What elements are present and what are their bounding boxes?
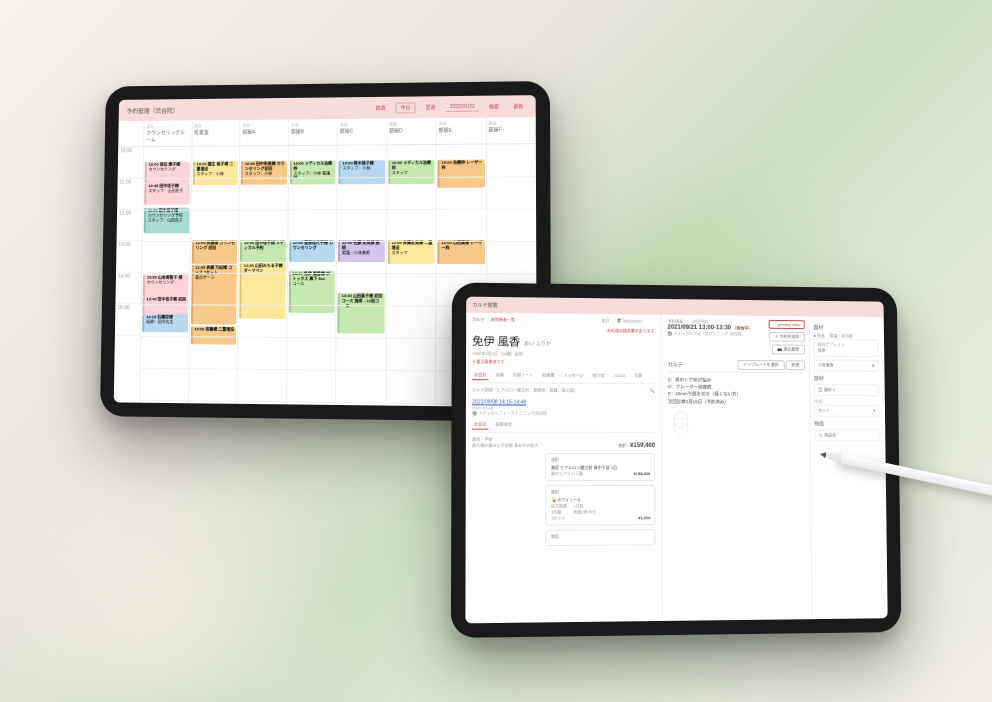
- soap-note[interactable]: S：鼻のトゲ状が悩み O：クレーター状瘢痕 P：25mm下部を切る（痛くない方）…: [668, 376, 806, 405]
- clinic-name: 🏥 メディカルフォースクリニック渋谷院: [472, 410, 655, 417]
- calendar-event[interactable]: 12:00 斉藤友美様 二重埋没スタッフ: [387, 240, 434, 264]
- lane-3[interactable]: 10:00 メディカル治療枠スタッフ：小林 看護師 12:00 菅原佳代子様 カウ…: [285, 146, 336, 408]
- new-button[interactable]: 新規: [786, 360, 806, 370]
- add-appt-button[interactable]: ＋ 予約を追加: [769, 332, 805, 342]
- subtab-yakumu[interactable]: 役務消化: [494, 421, 514, 430]
- tab-okaikei[interactable]: お会計: [472, 371, 488, 380]
- calendar-event[interactable]: 10:00 メディカル治療枠スタッフ：小林 看護師: [289, 161, 335, 185]
- service-card[interactable]: 施術 美容 ヒアルロン酸注射 鼻中下部 1回 鼻中ヒアルロン酸¥158,400: [546, 453, 655, 481]
- calendar-event[interactable]: 14:15 石橋花様医師：田中先生: [142, 314, 188, 332]
- calendar-event[interactable]: 12:00 斉藤様 カウンセリング 初回: [191, 240, 237, 264]
- template-select[interactable]: テンプレートを選択: [737, 360, 784, 370]
- lane-5[interactable]: 10:00 メディカル治療枠スタッフ 12:00 斉藤友美様 二重埋没スタッフ: [385, 145, 436, 407]
- tab-consent[interactable]: 同意書: [540, 372, 556, 381]
- breadcrumb[interactable]: カルテ来院患者一覧 本日 📅 2022/01/22: [472, 317, 654, 325]
- calendar-event[interactable]: 13:30 山田真子様 初回コース 施術→10回コース: [337, 293, 384, 333]
- next-appt-clinic: 🏥 メディカルフォースクリニック 渋谷院: [668, 331, 753, 338]
- karte-tabs: お会計 診療 記録ノート 同意書 メッセージ 紹介状 TODO 写真: [472, 371, 655, 384]
- tab-referral[interactable]: 紹介状: [591, 372, 607, 381]
- karte-note: カルテ詳細（ヒアルロン酸注射／鼻根部／鼻翼／鼻尖部） 🔍: [472, 387, 655, 394]
- tablet-karte: カルテ閲覧 カルテ来院患者一覧 本日 📅 2022/01/22 未処理の請求書が…: [451, 282, 902, 638]
- karte-sidebar: 器材 ● 患者 看護・担当者 器材オプション 洗浄 ※洗浄済⊕ 部材 📋 器材 …: [809, 320, 882, 615]
- calendar-event[interactable]: 10:00 治療枠 レーザー枠: [437, 160, 484, 188]
- side-set[interactable]: セット ▾: [814, 405, 879, 417]
- col-6: 渋谷部屋E: [436, 118, 486, 144]
- tab-todo[interactable]: TODO: [612, 372, 628, 381]
- side-sterilize[interactable]: ※洗浄済⊕: [814, 360, 879, 372]
- col-3: 渋谷部屋B: [288, 119, 337, 145]
- side-product[interactable]: 🛒 商品名: [815, 429, 880, 441]
- karte-right-pane: 予約情報 次回予約 2021/09/21 13:00-13:30 （待合中） 🏥…: [661, 315, 887, 621]
- subtab-okaikei[interactable]: お会計: [472, 421, 488, 430]
- calendar-event[interactable]: 10:00 保住 康子様カウンセリング: [145, 162, 190, 184]
- calendar-event[interactable]: 10:00 田中朱美様 カウンセリング初回スタッフ：小林: [241, 161, 287, 185]
- calendar-date[interactable]: 2022/01/22: [446, 102, 479, 111]
- calendar-event[interactable]: 12:00 田中佳子様 メディカル予約: [240, 240, 286, 262]
- tab-message[interactable]: メッセージ: [562, 372, 586, 381]
- karte-left-pane: カルテ来院患者一覧 本日 📅 2022/01/22 未処理の請求書があります 免…: [465, 313, 663, 624]
- calendar-title: 予約管理（渋谷院）: [126, 106, 178, 115]
- calendar-event[interactable]: 13:00 山本美智子 様カウンセリング: [143, 275, 189, 297]
- history-button[interactable]: 📷 過去履歴: [772, 344, 805, 354]
- lane-4[interactable]: 10:00 鈴木裕子様スタッフ：小林 12:00 佐藤 友美様 施術看護・小林美術…: [335, 145, 386, 407]
- side-option[interactable]: 器材オプション 洗浄: [814, 339, 879, 357]
- col-2: 渋谷部屋A: [239, 120, 288, 146]
- calendar-columns: 渋谷カウンセリングルーム 渋谷処置室 渋谷部屋A 渋谷部屋B 渋谷部屋C 渋谷部…: [118, 117, 536, 147]
- calendar-event[interactable]: 13:00 免伊 風香様 ボトックス 鼻下 5ccコース: [288, 271, 335, 313]
- total-amount: 合計：¥159,400: [618, 443, 655, 449]
- calendar-event[interactable]: 12:00 佐藤 友美様 施術看護・小林美術: [338, 240, 385, 262]
- calendar-event[interactable]: 12:30 山田みちる子様 ダーマペン: [239, 263, 285, 319]
- patient-warning: ※要注意患者です: [472, 359, 655, 366]
- search-icon[interactable]: 🔍: [650, 388, 655, 393]
- karte-section-h: カルテ: [668, 361, 683, 368]
- face-diagram-icon[interactable]: [668, 409, 694, 439]
- calendar-event[interactable]: 12:00 菅原佳代子様 カウンセリング: [289, 240, 335, 262]
- calendar-event[interactable]: 12:00 山田真様 レーザー枠: [437, 240, 484, 264]
- search-icon[interactable]: 検索: [485, 102, 503, 111]
- col-1: 渋谷処置室: [191, 120, 239, 146]
- calendar-event[interactable]: 10:00 メディカル治療枠スタッフ: [388, 160, 435, 184]
- karte-screen: カルテ閲覧 カルテ来院患者一覧 本日 📅 2022/01/22 未処理の請求書が…: [465, 297, 887, 624]
- patient-name: 免伊 風香めい ふうか: [472, 333, 654, 351]
- tab-note[interactable]: 記録ノート: [511, 371, 535, 380]
- today-button[interactable]: 今日: [395, 102, 415, 113]
- item-card[interactable]: 物品: [546, 529, 656, 546]
- primary-view-badge[interactable]: primary view: [769, 320, 805, 329]
- calendar-event[interactable]: 11:00 田中佳子様カウンセリング予約 スタッフ：山田花子: [144, 208, 189, 234]
- side-item-1[interactable]: 📋 器材 1: [814, 384, 879, 396]
- patient-meta: 1992年3月2日（30歳）女性: [472, 351, 655, 358]
- col-5: 渋谷部屋D: [386, 118, 436, 144]
- col-4: 渋谷部屋C: [337, 119, 386, 145]
- calendar-event[interactable]: 10:00 園生 裕子様 二重埋没スタッフ：小林: [192, 161, 238, 185]
- prev-week-button[interactable]: 前週: [371, 103, 389, 112]
- calendar-event[interactable]: 10:45 田中佳子様スタッフ：山田花子: [144, 183, 189, 205]
- rx-card[interactable]: 薬剤 💊 ホワイトール 処方期間3日間 1日数食後3食30分 1セット¥1,00…: [546, 485, 656, 526]
- col-7: 渋谷部屋F: [485, 117, 535, 143]
- next-week-button[interactable]: 翌週: [421, 103, 439, 112]
- tab-photo[interactable]: 写真: [632, 372, 644, 381]
- tab-shinryo[interactable]: 診療: [494, 371, 506, 380]
- reload-icon[interactable]: 更新: [509, 102, 527, 111]
- col-0: 渋谷カウンセリングルーム: [143, 120, 191, 146]
- calendar-event[interactable]: 10:00 鈴木裕子様スタッフ：小林: [338, 160, 384, 184]
- karte-title: カルテ閲覧: [472, 301, 497, 308]
